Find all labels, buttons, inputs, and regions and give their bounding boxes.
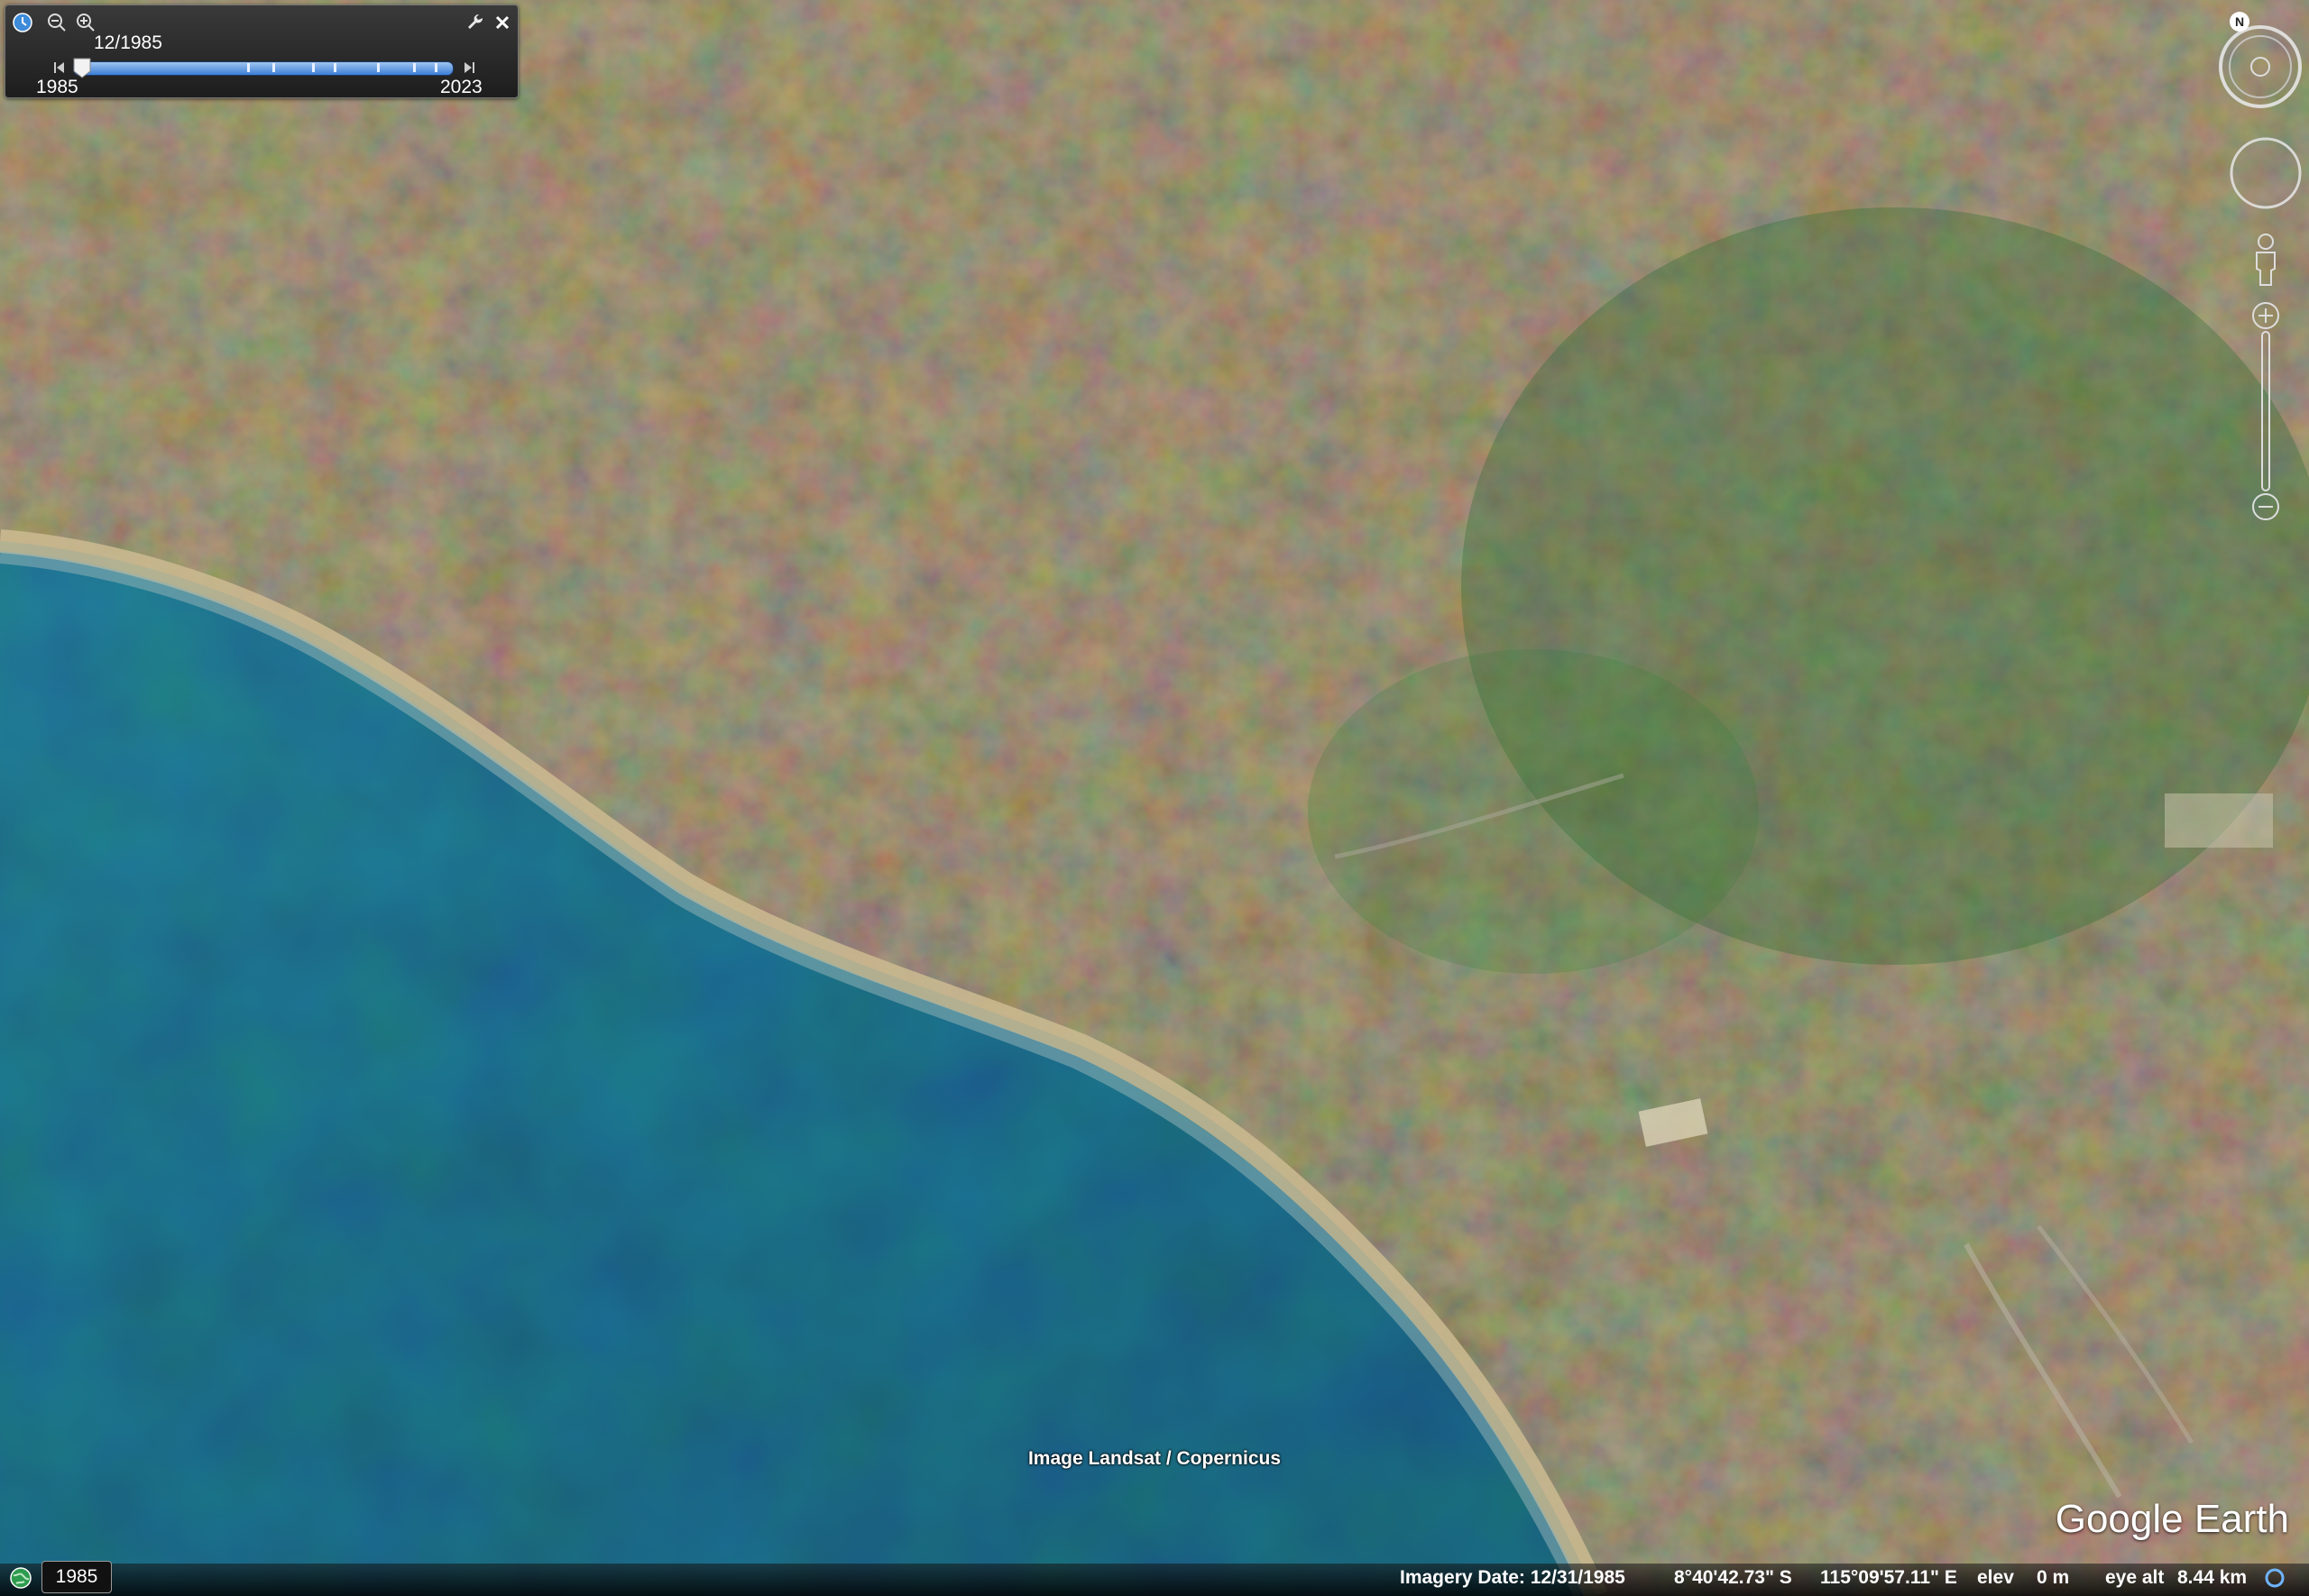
wrench-icon[interactable] [464, 11, 487, 34]
slider-tick [435, 63, 437, 72]
time-slider-thumb[interactable] [72, 55, 92, 78]
map-viewport[interactable] [0, 0, 2309, 1596]
current-date-label: 12/1985 [94, 32, 162, 53]
historical-imagery-panel: 12/1985 1985 2023 [5, 5, 519, 98]
satellite-imagery[interactable] [0, 0, 2309, 1596]
clock-icon[interactable] [11, 11, 34, 34]
year-badge[interactable]: 1985 [41, 1561, 112, 1593]
end-year-label: 2023 [440, 77, 483, 97]
compass-north-icon[interactable]: N [2217, 9, 2304, 121]
zoom-in-icon[interactable] [74, 11, 97, 34]
slider-tick [413, 63, 416, 72]
google-earth-logo: Google Earth [2055, 1497, 2289, 1541]
look-joystick-icon[interactable] [2228, 135, 2304, 211]
slider-tick [272, 63, 275, 72]
latitude-readout: 8°40'42.73" S [1674, 1567, 1792, 1588]
start-year-label: 1985 [36, 77, 78, 97]
svg-text:N: N [2235, 14, 2244, 29]
imagery-date: Imagery Date: 12/31/1985 [1400, 1567, 1625, 1588]
elev-label: elev [1977, 1567, 2014, 1588]
slider-tick [377, 63, 380, 72]
step-forward-icon[interactable] [460, 58, 478, 78]
navigation-controls: N [2210, 0, 2309, 541]
close-icon[interactable] [491, 11, 514, 34]
zoom-out-icon[interactable] [45, 11, 69, 34]
eye-alt-label: eye alt [2105, 1567, 2165, 1588]
time-slider-track[interactable] [73, 61, 454, 76]
slider-tick [334, 63, 336, 72]
step-back-icon[interactable] [51, 58, 69, 78]
longitude-readout: 115°09'57.11" E [1820, 1567, 1957, 1588]
pegman-icon[interactable] [2249, 233, 2282, 287]
eye-alt-value: 8.44 km [2177, 1567, 2248, 1588]
loading-ring-icon [2265, 1568, 2285, 1588]
imagery-credit: Image Landsat / Copernicus [1027, 1448, 1282, 1469]
slider-tick [247, 63, 250, 72]
slider-tick [312, 63, 315, 72]
globe-icon[interactable] [9, 1566, 32, 1590]
zoom-slider-icon[interactable] [2249, 301, 2282, 523]
status-bar [0, 1564, 2309, 1596]
elev-value: 0 m [2037, 1567, 2070, 1588]
